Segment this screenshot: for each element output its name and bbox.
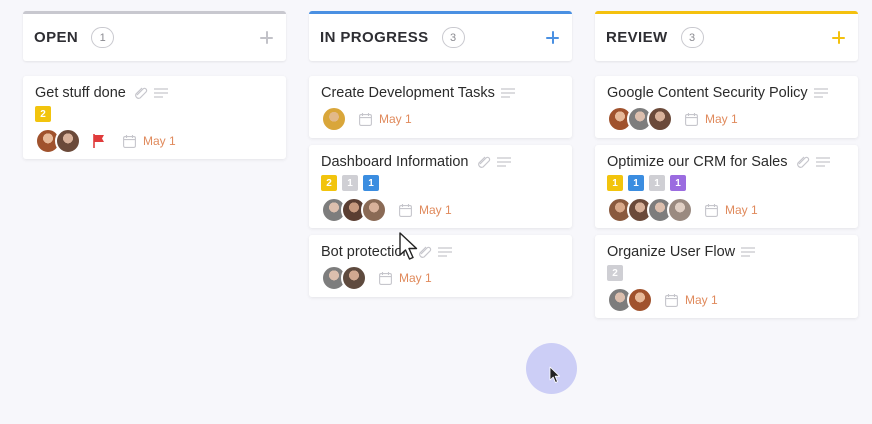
priority-tag[interactable]: 1: [670, 175, 686, 191]
paperclip-icon: [134, 87, 147, 99]
assignee-list: [607, 197, 693, 223]
task-title[interactable]: Create Development Tasks: [321, 85, 495, 101]
due-date[interactable]: May 1: [399, 271, 432, 285]
due-date[interactable]: May 1: [685, 293, 718, 307]
calendar-icon: [705, 203, 718, 217]
plus-icon[interactable]: [830, 29, 848, 47]
priority-tag[interactable]: 1: [363, 175, 379, 191]
paperclip-icon: [419, 246, 432, 258]
assignee-list: [321, 197, 387, 223]
task-card[interactable]: Get stuff done 2 May 1: [23, 76, 286, 159]
avatar[interactable]: [55, 128, 81, 154]
avatar[interactable]: [341, 265, 367, 291]
priority-tag[interactable]: 1: [607, 175, 623, 191]
description-lines-icon: [741, 246, 756, 257]
task-title[interactable]: Dashboard Information: [321, 154, 469, 170]
task-title[interactable]: Get stuff done: [35, 85, 126, 101]
avatar[interactable]: [361, 197, 387, 223]
calendar-icon: [399, 203, 412, 217]
priority-tag[interactable]: 1: [649, 175, 665, 191]
task-title[interactable]: Google Content Security Policy: [607, 85, 808, 101]
due-date[interactable]: May 1: [419, 203, 452, 217]
column-open: OPEN 1 Get stuff done 2 May 1: [23, 11, 286, 159]
avatar[interactable]: [647, 106, 673, 132]
avatar[interactable]: [667, 197, 693, 223]
due-date[interactable]: May 1: [379, 112, 412, 126]
assignee-list: [321, 106, 347, 132]
tag-list: 1 1 1 1: [607, 175, 847, 191]
tag-list: 2 1 1: [321, 175, 561, 191]
assignee-list: [321, 265, 367, 291]
task-card[interactable]: Google Content Security Policy May 1: [595, 76, 858, 138]
description-lines-icon: [815, 156, 830, 167]
calendar-icon: [123, 134, 136, 148]
task-card[interactable]: Create Development Tasks May 1: [309, 76, 572, 138]
kanban-board: OPEN 1 Get stuff done 2 May 1 IN PROGRES…: [0, 0, 872, 424]
tag-list: 2: [35, 106, 275, 122]
task-title[interactable]: Bot protection: [321, 244, 410, 260]
mouse-cursor-icon: [549, 366, 560, 383]
column-count-badge: 3: [441, 27, 465, 48]
description-lines-icon: [496, 156, 511, 167]
column-header-open: OPEN 1: [23, 11, 286, 61]
plus-icon[interactable]: [544, 29, 562, 47]
plus-icon[interactable]: [258, 29, 276, 47]
description-lines-icon: [153, 87, 168, 98]
task-card[interactable]: Optimize our CRM for Sales 1 1 1 1 May 1: [595, 145, 858, 228]
column-count-badge: 3: [680, 27, 704, 48]
priority-tag[interactable]: 2: [321, 175, 337, 191]
calendar-icon: [685, 112, 698, 126]
column-review: REVIEW 3 Google Content Security Policy …: [595, 11, 858, 318]
column-in-progress: IN PROGRESS 3 Create Development Tasks M…: [309, 11, 572, 297]
tag-list: 2: [607, 265, 847, 281]
task-card[interactable]: Organize User Flow 2 May 1: [595, 235, 858, 318]
mouse-cursor-icon: [399, 232, 418, 260]
column-count-badge: 1: [91, 27, 115, 48]
avatar[interactable]: [321, 106, 347, 132]
calendar-icon: [359, 112, 372, 126]
due-date[interactable]: May 1: [705, 112, 738, 126]
flag-icon[interactable]: [93, 134, 105, 148]
priority-tag[interactable]: 1: [342, 175, 358, 191]
task-card[interactable]: Dashboard Information 2 1 1 May 1: [309, 145, 572, 228]
task-title[interactable]: Organize User Flow: [607, 244, 735, 260]
priority-tag[interactable]: 2: [607, 265, 623, 281]
task-title[interactable]: Optimize our CRM for Sales: [607, 154, 788, 170]
description-lines-icon: [438, 246, 453, 257]
calendar-icon: [379, 271, 392, 285]
assignee-list: [35, 128, 81, 154]
description-lines-icon: [500, 87, 515, 98]
column-header-review: REVIEW 3: [595, 11, 858, 61]
paperclip-icon: [796, 156, 809, 168]
task-card[interactable]: Bot protection May 1: [309, 235, 572, 297]
column-title: REVIEW: [606, 29, 668, 46]
assignee-list: [607, 287, 653, 313]
assignee-list: [607, 106, 673, 132]
paperclip-icon: [477, 156, 490, 168]
due-date[interactable]: May 1: [725, 203, 758, 217]
calendar-icon: [665, 293, 678, 307]
description-lines-icon: [813, 87, 828, 98]
avatar[interactable]: [627, 287, 653, 313]
priority-tag[interactable]: 2: [35, 106, 51, 122]
due-date[interactable]: May 1: [143, 134, 176, 148]
column-title: IN PROGRESS: [320, 29, 429, 46]
column-header-in-progress: IN PROGRESS 3: [309, 11, 572, 61]
column-title: OPEN: [34, 29, 79, 46]
priority-tag[interactable]: 1: [628, 175, 644, 191]
